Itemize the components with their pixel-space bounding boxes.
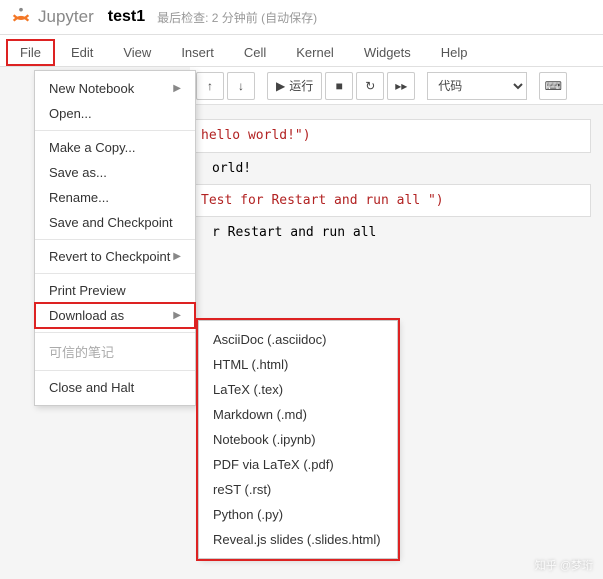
stop-icon: ■ (336, 79, 343, 93)
menu-separator (35, 332, 195, 333)
download-markdown[interactable]: Markdown (.md) (199, 402, 397, 427)
code-text: Test for Restart and run all ") (201, 193, 444, 208)
move-down-button[interactable]: ↓ (227, 72, 255, 100)
menu-help[interactable]: Help (427, 39, 482, 66)
menu-make-copy[interactable]: Make a Copy... (35, 135, 195, 160)
menu-edit[interactable]: Edit (57, 39, 107, 66)
menu-separator (35, 370, 195, 371)
cell-output: orld! (190, 157, 603, 180)
download-asciidoc[interactable]: AsciiDoc (.asciidoc) (199, 327, 397, 352)
menubar: File Edit View Insert Cell Kernel Widget… (0, 35, 603, 67)
menu-revert-checkpoint[interactable]: Revert to Checkpoint▶ (35, 244, 195, 269)
keyboard-icon: ⌨ (545, 79, 562, 93)
interrupt-button[interactable]: ■ (325, 72, 353, 100)
download-latex[interactable]: LaTeX (.tex) (199, 377, 397, 402)
arrow-up-icon: ↑ (207, 79, 213, 93)
brand-name: Jupyter (38, 7, 94, 27)
move-up-button[interactable]: ↑ (196, 72, 224, 100)
cell-output: r Restart and run all (190, 221, 603, 244)
run-label: 运行 (289, 77, 313, 94)
notebook-title[interactable]: test1 (108, 8, 145, 26)
menu-open[interactable]: Open... (35, 101, 195, 126)
arrow-down-icon: ↓ (238, 79, 244, 93)
menu-trusted-notebook: 可信的笔记 (35, 337, 195, 366)
command-palette-button[interactable]: ⌨ (539, 72, 567, 100)
code-cell[interactable]: hello world!") (190, 119, 591, 153)
restart-run-all-button[interactable]: ▸▸ (387, 72, 415, 100)
file-dropdown-menu: New Notebook▶ Open... Make a Copy... Sav… (34, 70, 196, 406)
restart-button[interactable]: ↻ (356, 72, 384, 100)
download-python[interactable]: Python (.py) (199, 502, 397, 527)
menu-new-notebook[interactable]: New Notebook▶ (35, 76, 195, 101)
menu-save-checkpoint[interactable]: Save and Checkpoint (35, 210, 195, 235)
code-cell[interactable]: Test for Restart and run all ") (190, 184, 591, 218)
menu-insert[interactable]: Insert (167, 39, 228, 66)
jupyter-logo-icon (10, 6, 32, 28)
checkpoint-status: 最后检查: 2 分钟前 (自动保存) (157, 9, 317, 26)
download-html[interactable]: HTML (.html) (199, 352, 397, 377)
menu-separator (35, 239, 195, 240)
menu-separator (35, 273, 195, 274)
menu-file[interactable]: File (6, 39, 55, 66)
cell-type-select[interactable]: 代码 (427, 72, 527, 100)
menu-rename[interactable]: Rename... (35, 185, 195, 210)
menu-widgets[interactable]: Widgets (350, 39, 425, 66)
menu-save-as[interactable]: Save as... (35, 160, 195, 185)
chevron-right-icon: ▶ (173, 83, 181, 94)
header-bar: Jupyter test1 最后检查: 2 分钟前 (自动保存) (0, 0, 603, 35)
download-as-submenu: AsciiDoc (.asciidoc) HTML (.html) LaTeX … (198, 320, 398, 559)
menu-cell[interactable]: Cell (230, 39, 280, 66)
menu-view[interactable]: View (109, 39, 165, 66)
toolbar: ↑ ↓ ▶ 运行 ■ ↻ ▸▸ 代码 ⌨ (190, 67, 603, 105)
download-pdf[interactable]: PDF via LaTeX (.pdf) (199, 452, 397, 477)
menu-separator (35, 130, 195, 131)
restart-icon: ↻ (365, 79, 375, 93)
download-revealjs[interactable]: Reveal.js slides (.slides.html) (199, 527, 397, 552)
chevron-right-icon: ▶ (173, 310, 181, 321)
download-notebook[interactable]: Notebook (.ipynb) (199, 427, 397, 452)
run-icon: ▶ (276, 79, 285, 93)
fast-forward-icon: ▸▸ (395, 79, 407, 93)
menu-download-as[interactable]: Download as▶ (35, 303, 195, 328)
menu-kernel[interactable]: Kernel (282, 39, 348, 66)
code-text: hello world!") (201, 128, 311, 143)
menu-print-preview[interactable]: Print Preview (35, 278, 195, 303)
chevron-right-icon: ▶ (173, 251, 181, 262)
run-button[interactable]: ▶ 运行 (267, 72, 322, 100)
menu-close-halt[interactable]: Close and Halt (35, 375, 195, 400)
download-rest[interactable]: reST (.rst) (199, 477, 397, 502)
watermark: 知乎 @梦珩 (535, 557, 593, 573)
